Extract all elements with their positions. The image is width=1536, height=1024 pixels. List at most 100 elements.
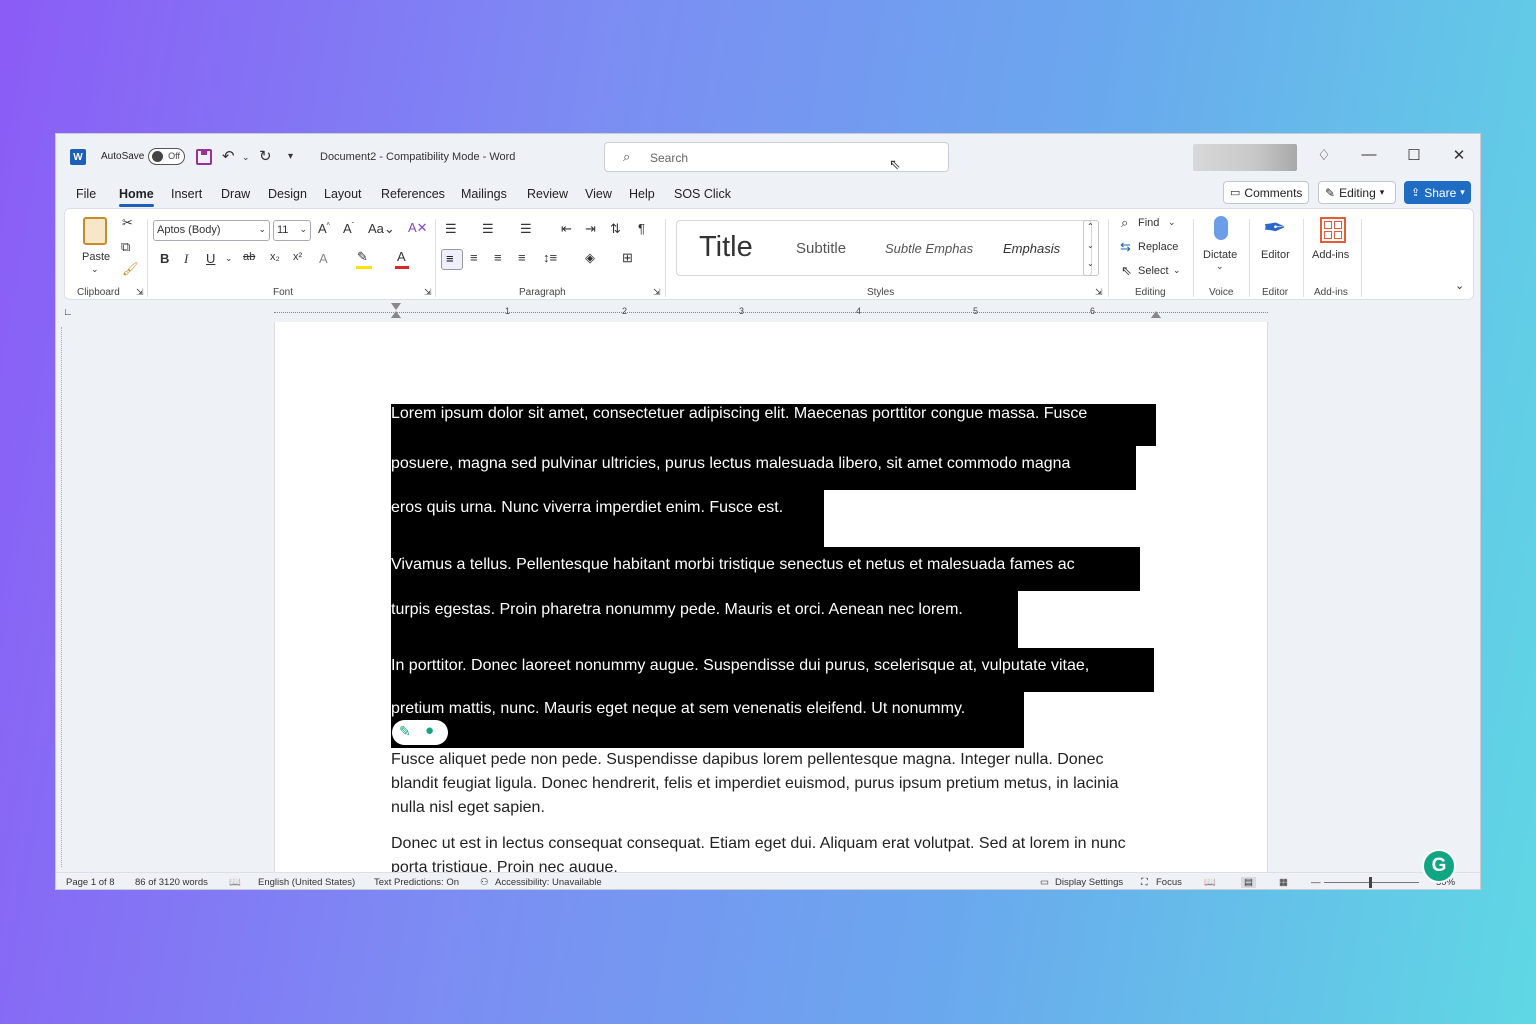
- chevron-down-icon[interactable]: ⌄: [1216, 261, 1224, 272]
- tab-selector-icon[interactable]: ∟: [63, 307, 73, 318]
- editor-label[interactable]: Editor: [1261, 249, 1290, 261]
- accessibility-status[interactable]: Accessibility: Unavailable: [495, 877, 602, 888]
- customize-toolbar-icon[interactable]: ▾: [288, 151, 293, 162]
- chevron-down-icon[interactable]: ⌄: [1087, 241, 1094, 250]
- dialog-launcher-icon[interactable]: ⇲: [136, 287, 144, 298]
- format-painter-icon[interactable]: 🖌: [122, 261, 139, 277]
- tab-review[interactable]: Review: [527, 187, 568, 201]
- dialog-launcher-icon[interactable]: ⇲: [1095, 287, 1103, 298]
- borders-icon[interactable]: ⊞: [622, 250, 633, 266]
- justify-icon[interactable]: ≡: [518, 250, 526, 265]
- find-label[interactable]: Find: [1138, 217, 1159, 229]
- editor-pen-icon[interactable]: ✒: [1263, 211, 1286, 244]
- chevron-down-icon[interactable]: ⌄: [1168, 217, 1176, 228]
- underline-icon[interactable]: U: [206, 251, 215, 266]
- tab-help[interactable]: Help: [629, 187, 655, 201]
- copy-icon[interactable]: ⧉: [121, 239, 130, 255]
- tab-design[interactable]: Design: [268, 187, 307, 201]
- selected-text-line[interactable]: eros quis urna. Nunc viverra imperdiet e…: [391, 490, 824, 547]
- style-emphasis[interactable]: Emphasis: [1003, 241, 1060, 256]
- lightbulb-icon[interactable]: ♢: [1309, 146, 1339, 164]
- decrease-indent-icon[interactable]: ⇤: [561, 221, 572, 237]
- undo-dropdown-icon[interactable]: ⌄: [242, 152, 250, 163]
- tab-file[interactable]: File: [76, 187, 96, 201]
- dialog-launcher-icon[interactable]: ⇲: [653, 287, 661, 298]
- chevron-down-icon[interactable]: ⌄: [91, 264, 99, 275]
- redo-icon[interactable]: ↻: [259, 147, 272, 165]
- find-icon[interactable]: ⌕: [1121, 215, 1128, 231]
- text-effects-icon[interactable]: A: [319, 251, 328, 266]
- more-styles-icon[interactable]: ⌄: [1087, 259, 1094, 268]
- chevron-down-icon[interactable]: ⌄: [1173, 265, 1181, 276]
- numbering-icon[interactable]: ☰: [482, 221, 494, 237]
- autosave-toggle[interactable]: Off: [148, 148, 185, 165]
- share-button[interactable]: ⇪ Share ▾: [1404, 181, 1471, 204]
- align-center-icon[interactable]: ≡: [470, 250, 478, 265]
- line-spacing-icon[interactable]: ↕≡: [543, 250, 557, 265]
- dictate-label[interactable]: Dictate: [1203, 249, 1237, 261]
- font-size-dropdown[interactable]: 11 ⌄: [273, 220, 311, 241]
- document-page[interactable]: Lorem ipsum dolor sit amet, consectetuer…: [274, 322, 1268, 882]
- show-formatting-icon[interactable]: ¶: [638, 221, 645, 236]
- align-right-icon[interactable]: ≡: [494, 250, 502, 265]
- addins-icon[interactable]: [1320, 217, 1346, 243]
- tab-sos-click[interactable]: SOS Click: [674, 187, 731, 201]
- tab-draw[interactable]: Draw: [221, 187, 250, 201]
- right-indent-marker[interactable]: [1151, 311, 1161, 318]
- replace-icon[interactable]: ⇆: [1120, 239, 1131, 255]
- undo-icon[interactable]: ↶: [222, 147, 235, 165]
- dialog-launcher-icon[interactable]: ⇲: [424, 287, 432, 298]
- bullets-icon[interactable]: ☰: [445, 221, 457, 237]
- tab-view[interactable]: View: [585, 187, 612, 201]
- paste-label[interactable]: Paste: [82, 251, 110, 263]
- grammarly-mini-toolbar[interactable]: ✎ ●: [392, 720, 448, 745]
- selected-text-line[interactable]: posuere, magna sed pulvinar ultricies, p…: [391, 446, 1136, 490]
- select-icon[interactable]: ⇖: [1121, 263, 1132, 279]
- tab-home[interactable]: Home: [119, 187, 154, 207]
- highlight-icon[interactable]: ✎: [357, 249, 368, 265]
- tab-mailings[interactable]: Mailings: [461, 187, 507, 201]
- font-name-dropdown[interactable]: Aptos (Body) ⌄: [153, 220, 270, 241]
- language[interactable]: English (United States): [258, 877, 355, 888]
- italic-icon[interactable]: I: [184, 251, 188, 267]
- rewrite-icon[interactable]: ✎: [399, 723, 411, 740]
- hanging-indent-marker[interactable]: [391, 311, 401, 318]
- editing-mode-button[interactable]: ✎ Editing ▾: [1318, 181, 1396, 204]
- focus-mode[interactable]: Focus: [1156, 877, 1182, 888]
- subscript-icon[interactable]: x₂: [270, 251, 280, 263]
- bold-icon[interactable]: B: [160, 251, 169, 266]
- increase-indent-icon[interactable]: ⇥: [585, 221, 596, 237]
- paste-icon[interactable]: [83, 217, 107, 245]
- tab-insert[interactable]: Insert: [171, 187, 202, 201]
- ideas-bulb-icon[interactable]: ●: [425, 722, 434, 739]
- shading-icon[interactable]: ◈: [585, 250, 595, 266]
- chevron-down-icon[interactable]: ⌄: [225, 253, 233, 264]
- collapse-ribbon-icon[interactable]: ⌄: [1455, 279, 1464, 292]
- display-settings[interactable]: Display Settings: [1055, 877, 1123, 888]
- align-left-button[interactable]: ≡: [441, 249, 463, 270]
- first-line-indent-marker[interactable]: [391, 303, 401, 310]
- print-layout-icon[interactable]: ▤: [1241, 877, 1256, 888]
- vertical-ruler[interactable]: [61, 327, 73, 867]
- style-subtitle[interactable]: Subtitle: [796, 240, 846, 257]
- style-title[interactable]: Title: [699, 231, 753, 264]
- style-subtle-emphasis[interactable]: Subtle Emphas: [885, 241, 973, 256]
- selected-text-line[interactable]: Vivamus a tellus. Pellentesque habitant …: [391, 547, 1140, 591]
- maximize-button[interactable]: ☐: [1399, 146, 1429, 164]
- page-count[interactable]: Page 1 of 8: [66, 877, 115, 888]
- comments-button[interactable]: ▭ Comments: [1223, 181, 1309, 204]
- replace-label[interactable]: Replace: [1138, 241, 1178, 253]
- cut-icon[interactable]: ✂: [122, 215, 133, 231]
- close-button[interactable]: ✕: [1444, 146, 1474, 164]
- grow-font-icon[interactable]: A^: [318, 221, 330, 236]
- zoom-slider-thumb[interactable]: [1369, 877, 1372, 888]
- change-case-icon[interactable]: Aa⌄: [368, 221, 395, 237]
- selected-text-line[interactable]: In porttitor. Donec laoreet nonummy augu…: [391, 648, 1154, 692]
- multilevel-list-icon[interactable]: ☰: [520, 221, 532, 237]
- selected-text-line[interactable]: pretium mattis, nunc. Mauris eget neque …: [391, 692, 1024, 748]
- word-count[interactable]: 86 of 3120 words: [135, 877, 208, 888]
- web-layout-icon[interactable]: ▦: [1279, 877, 1288, 888]
- select-label[interactable]: Select: [1138, 265, 1169, 277]
- tab-layout[interactable]: Layout: [324, 187, 362, 201]
- grammarly-icon[interactable]: G: [1422, 849, 1456, 883]
